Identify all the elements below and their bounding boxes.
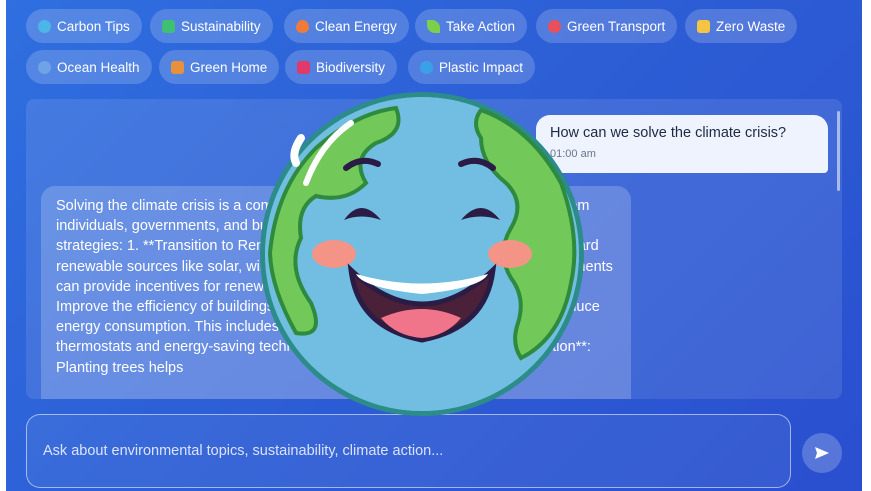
globe-icon — [38, 19, 51, 33]
folder-icon — [697, 19, 710, 33]
chip-plastic-impact[interactable]: Plastic Impact — [408, 50, 536, 84]
chip-label: Plastic Impact — [439, 59, 524, 75]
house-icon — [171, 60, 184, 74]
leaf-icon — [427, 19, 440, 33]
send-button[interactable] — [802, 433, 842, 473]
chip-label: Biodiversity — [316, 59, 386, 75]
chip-take-action[interactable]: Take Action — [415, 9, 528, 43]
chip-clean-energy[interactable]: Clean Energy — [284, 9, 409, 43]
bicycle-icon — [548, 19, 561, 33]
chip-zero-waste[interactable]: Zero Waste — [685, 9, 798, 43]
chip-label: Take Action — [446, 18, 516, 34]
chip-carbon-tips[interactable]: Carbon Tips — [26, 9, 142, 43]
chip-biodiversity[interactable]: Biodiversity — [285, 50, 398, 84]
chip-label: Green Transport — [567, 18, 666, 34]
chip-label: Sustainability — [181, 18, 261, 34]
chip-green-transport[interactable]: Green Transport — [536, 9, 678, 43]
user-message-text: How can we solve the climate crisis? — [550, 125, 787, 141]
smiling-earth-icon — [260, 92, 584, 416]
flame-icon — [296, 19, 309, 33]
chip-sustainability[interactable]: Sustainability — [150, 9, 273, 43]
chat-input[interactable] — [26, 414, 791, 488]
chip-green-home[interactable]: Green Home — [159, 50, 280, 84]
planet-icon — [38, 60, 51, 74]
send-icon — [815, 447, 829, 459]
wave-icon — [420, 60, 433, 74]
chip-label: Clean Energy — [315, 18, 397, 34]
chip-label: Green Home — [190, 59, 268, 75]
chat-scrollbar[interactable] — [837, 111, 840, 191]
chip-label: Ocean Health — [57, 59, 140, 75]
butterfly-icon — [297, 60, 310, 74]
recycle-icon — [162, 19, 175, 33]
chip-ocean-health[interactable]: Ocean Health — [26, 50, 152, 84]
chip-label: Carbon Tips — [57, 18, 130, 34]
message-timestamp: 01:00 am — [550, 148, 596, 160]
chip-label: Zero Waste — [716, 18, 786, 34]
